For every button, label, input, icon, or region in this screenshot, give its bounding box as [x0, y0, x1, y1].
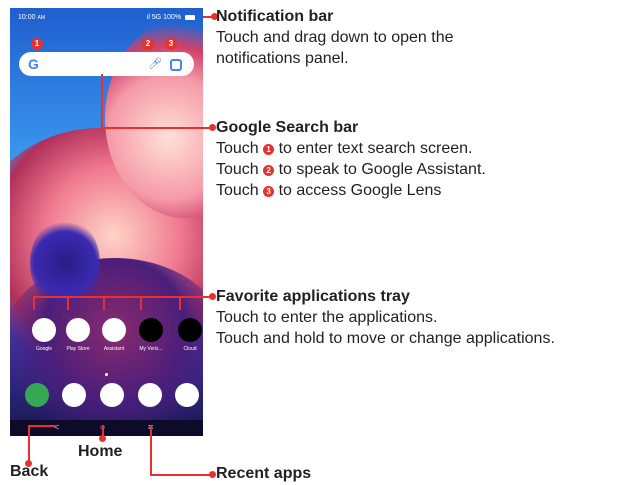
annotation-title: Google Search bar — [216, 119, 359, 136]
camera-icon[interactable] — [175, 383, 199, 407]
marker-1: 1 — [31, 38, 43, 50]
back-annotation: Back — [10, 463, 49, 480]
annotation-line: notifications panel. — [216, 50, 349, 67]
messages-icon[interactable] — [62, 383, 86, 407]
app-label: Play Store — [66, 346, 90, 352]
annotation-line: Touch and drag down to open the — [216, 29, 454, 46]
callout-line — [150, 474, 212, 476]
callout-line — [67, 296, 69, 310]
cloud-icon[interactable] — [178, 318, 202, 342]
status-time: 10:00 AM — [18, 14, 45, 21]
annotation-title: Favorite applications tray — [216, 288, 410, 305]
lens-icon[interactable] — [170, 59, 182, 71]
back-button[interactable]: < — [54, 422, 59, 432]
marker-2: 2 — [142, 38, 154, 50]
assistant-icon[interactable] — [102, 318, 126, 342]
callout-line — [179, 296, 181, 310]
page-indicator — [105, 373, 108, 376]
callout-dot — [209, 124, 216, 131]
battery-icon — [185, 14, 195, 20]
wallpaper-shape — [30, 218, 100, 308]
callout-line — [28, 425, 30, 463]
callout-line — [33, 296, 35, 310]
callout-dot — [209, 293, 216, 300]
callout-line — [150, 425, 152, 475]
network-type: 5G — [151, 14, 162, 21]
callout-line — [28, 425, 56, 427]
google-apps-icon[interactable] — [32, 318, 56, 342]
phone-icon[interactable] — [25, 383, 49, 407]
annotation-line: Touch to enter the applications. — [216, 309, 438, 326]
favorites-tray-annotation: Favorite applications tray Touch to ente… — [216, 286, 555, 349]
home-annotation: Home — [78, 443, 123, 460]
annotation-title: Notification bar — [216, 8, 334, 25]
google-search-bar[interactable]: G 🎤︎ — [19, 52, 194, 76]
callout-line — [101, 127, 212, 129]
notification-bar-annotation: Notification bar Touch and drag down to … — [216, 6, 454, 69]
callout-dot — [99, 435, 106, 442]
callout-line — [103, 296, 105, 310]
status-indicators: ıl 5G 100% — [146, 14, 195, 21]
google-logo-icon[interactable]: G — [28, 56, 39, 72]
callout-line — [33, 296, 211, 298]
marker-1: 1 — [263, 144, 275, 155]
app-label: Assistant — [103, 346, 125, 352]
phone-screen: 10:00 AM ıl 5G 100% 1 2 3 G 🎤︎ Google Pla… — [10, 8, 203, 436]
callout-dot — [209, 471, 216, 478]
verizon-icon[interactable] — [139, 318, 163, 342]
play-store-icon[interactable] — [66, 318, 90, 342]
app-label: Google — [35, 346, 53, 352]
app-label: My Veriz... — [139, 346, 163, 352]
marker-2: 2 — [263, 165, 275, 176]
photos-icon[interactable] — [138, 383, 162, 407]
chrome-icon[interactable] — [100, 383, 124, 407]
annotation-line: Touch and hold to move or change applica… — [216, 330, 555, 347]
signal-icon: ıl — [146, 14, 150, 21]
google-search-annotation: Google Search bar Touch 1 to enter text … — [216, 117, 486, 201]
callout-line — [101, 74, 103, 128]
annotation-line: Touch 2 to speak to Google Assistant. — [216, 161, 486, 178]
recent-apps-annotation: Recent apps — [216, 465, 312, 482]
battery-percent: 100% — [163, 14, 182, 21]
annotation-line: Touch 3 to access Google Lens — [216, 182, 442, 199]
marker-3: 3 — [263, 186, 275, 197]
navigation-bar: < ○ ≡ — [10, 420, 203, 436]
annotation-line: Touch 1 to enter text search screen. — [216, 140, 473, 157]
app-label: Cloud — [183, 346, 197, 352]
marker-3: 3 — [165, 38, 177, 50]
callout-line — [140, 296, 142, 310]
status-bar[interactable]: 10:00 AM ıl 5G 100% — [10, 8, 203, 26]
mic-icon[interactable]: 🎤︎ — [148, 57, 162, 70]
